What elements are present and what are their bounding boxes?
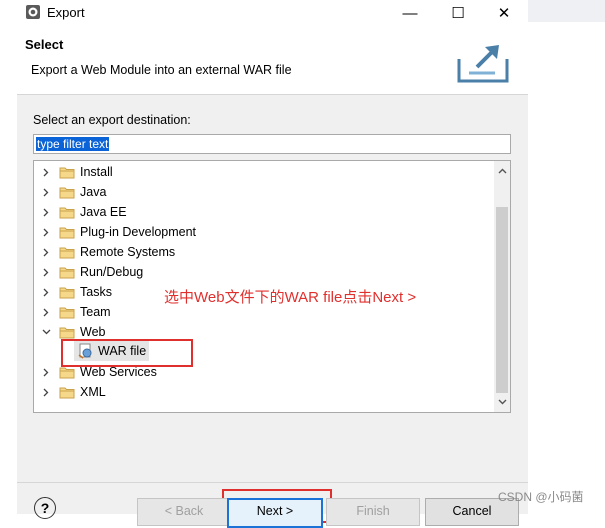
folder-icon <box>59 167 75 179</box>
chevron-right-icon[interactable] <box>41 387 51 397</box>
tree-item-label: Tasks <box>80 285 112 299</box>
tree-item-label: Java <box>80 185 107 199</box>
chevron-right-icon[interactable] <box>41 367 51 377</box>
export-destination-label: Select an export destination: <box>33 113 191 127</box>
folder-icon <box>59 227 75 239</box>
folder-icon <box>59 207 75 219</box>
filter-input[interactable]: type filter text <box>33 134 511 154</box>
page-title: Select <box>25 37 64 52</box>
tree-item-java[interactable]: Java <box>41 182 106 202</box>
tree-item-install[interactable]: Install <box>41 162 113 182</box>
tree-item-team[interactable]: Team <box>41 302 111 322</box>
chevron-right-icon[interactable] <box>41 227 51 237</box>
tree-item-xml[interactable]: XML <box>41 382 106 402</box>
folder-icon <box>59 267 75 279</box>
footer-divider <box>17 482 528 483</box>
next-button[interactable]: Next > <box>227 498 323 528</box>
minimize-icon: — <box>402 4 418 22</box>
eclipse-app-icon <box>26 5 40 19</box>
export-wizard-icon <box>457 45 509 83</box>
chevron-right-icon[interactable] <box>41 307 51 317</box>
window-title: Export <box>47 5 85 20</box>
minimize-button[interactable]: — <box>387 0 433 26</box>
folder-icon <box>59 387 75 399</box>
close-button[interactable]: ✕ <box>481 0 527 26</box>
page-description: Export a Web Module into an external WAR… <box>31 63 292 77</box>
chevron-right-icon[interactable] <box>41 207 51 217</box>
tree-item-label: Run/Debug <box>80 265 144 279</box>
tree-scrollbar[interactable] <box>494 161 510 412</box>
tree-item-label: Team <box>80 305 111 319</box>
watermark: CSDN @小码菌 <box>498 490 584 504</box>
tree-item-label: Plug-in Development <box>80 225 197 239</box>
chevron-right-icon[interactable] <box>41 287 51 297</box>
tree-item-java-ee[interactable]: Java EE <box>41 202 127 222</box>
chevron-right-icon[interactable] <box>41 247 51 257</box>
tree-item-label: Java EE <box>80 205 127 219</box>
tree-item-plug-in-development[interactable]: Plug-in Development <box>41 222 196 242</box>
scroll-up-arrow[interactable] <box>494 163 510 179</box>
tree-item-tasks[interactable]: Tasks <box>41 282 112 302</box>
tree-item-label: Web <box>80 325 106 339</box>
folder-icon <box>59 247 75 259</box>
maximize-button[interactable]: ☐ <box>435 0 481 26</box>
instruction-annotation: 选中Web文件下的WAR file点击Next > <box>164 289 417 306</box>
tree-item-label: Install <box>80 165 113 179</box>
back-button[interactable]: < Back <box>137 498 231 526</box>
folder-icon <box>59 307 75 319</box>
chevron-right-icon[interactable] <box>41 167 51 177</box>
tree-item-label: Remote Systems <box>80 245 176 259</box>
folder-icon <box>59 187 75 199</box>
war-file-highlight <box>61 339 193 367</box>
title-bar: Export — ☐ ✕ <box>17 0 528 26</box>
folder-icon <box>59 287 75 299</box>
background-window <box>528 0 605 514</box>
chevron-down-icon[interactable] <box>41 327 51 337</box>
tree-item-remote-systems[interactable]: Remote Systems <box>41 242 175 262</box>
wizard-header: Select Export a Web Module into an exter… <box>17 26 528 95</box>
filter-text: type filter text <box>36 137 110 151</box>
tree-item-label: Web Services <box>80 365 157 379</box>
tree-item-run-debug[interactable]: Run/Debug <box>41 262 143 282</box>
finish-button[interactable]: Finish <box>326 498 420 526</box>
scroll-down-arrow[interactable] <box>494 394 510 410</box>
tree-item-label: XML <box>80 385 106 399</box>
maximize-icon: ☐ <box>451 5 465 22</box>
folder-icon <box>59 327 75 339</box>
folder-icon <box>59 367 75 379</box>
close-icon: ✕ <box>497 5 511 22</box>
chevron-right-icon[interactable] <box>41 187 51 197</box>
scroll-thumb[interactable] <box>496 207 508 393</box>
help-button[interactable]: ? <box>34 497 56 519</box>
chevron-right-icon[interactable] <box>41 267 51 277</box>
